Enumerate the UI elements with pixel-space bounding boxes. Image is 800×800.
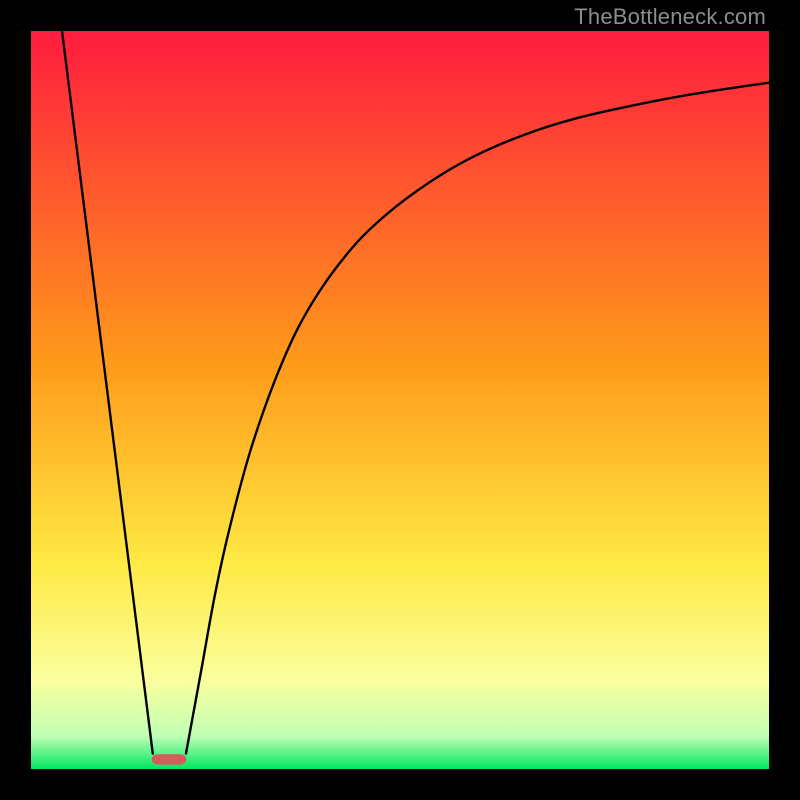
chart-frame: TheBottleneck.com	[0, 0, 800, 800]
valley-marker	[152, 754, 187, 764]
chart-svg	[31, 31, 769, 769]
plot-area	[31, 31, 769, 769]
watermark-text: TheBottleneck.com	[574, 4, 766, 30]
